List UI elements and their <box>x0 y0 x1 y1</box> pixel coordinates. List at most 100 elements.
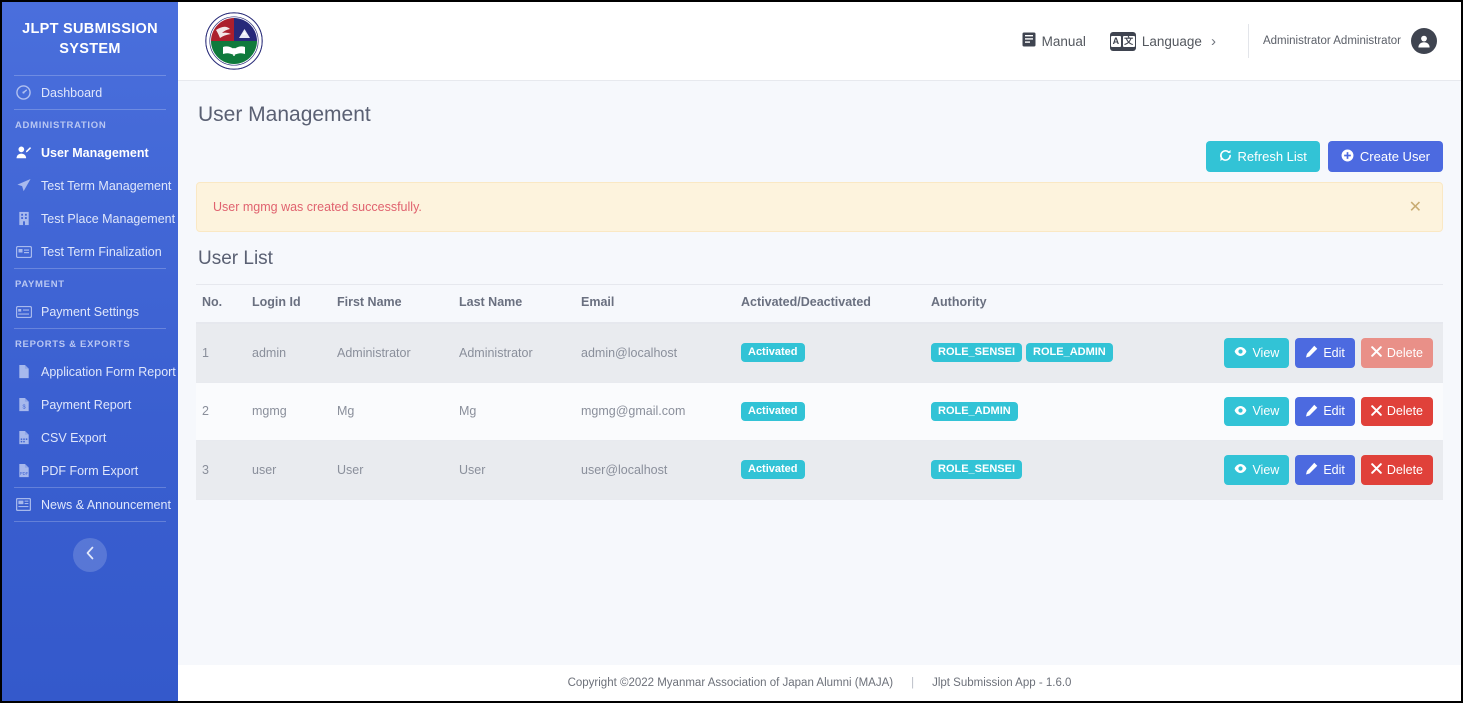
delete-label: Delete <box>1386 404 1423 418</box>
eye-icon <box>1234 404 1247 420</box>
view-label: View <box>1252 404 1280 418</box>
cell-authority: ROLE_SENSEI ROLE_ADMIN <box>925 323 1180 383</box>
times-icon <box>1371 463 1382 477</box>
table-head: No. Login Id First Name Last Name Email … <box>196 284 1443 324</box>
view-button[interactable]: View <box>1224 396 1290 426</box>
sidebar-item-label: Test Term Management <box>41 178 172 193</box>
view-button[interactable]: View <box>1224 338 1290 368</box>
role-badge: ROLE_ADMIN <box>1026 343 1113 363</box>
paper-plane-icon <box>15 178 32 193</box>
app-window: JLPT SUBMISSION SYSTEM Dashboard ADMINIS… <box>0 0 1463 703</box>
sidebar-item-csv-export[interactable]: CSV Export <box>2 421 178 454</box>
delete-button[interactable]: Delete <box>1360 396 1433 426</box>
page-footer: Copyright ©2022 Myanmar Association of J… <box>178 665 1461 701</box>
table-body: 1 admin Administrator Administrator admin@lo… <box>196 323 1443 500</box>
language-selector[interactable]: A文 Language › <box>1098 31 1228 51</box>
delete-label: Delete <box>1386 345 1423 360</box>
header-separator <box>1247 24 1249 58</box>
language-label: Language <box>1141 33 1202 49</box>
sidebar-item-test-term-finalization[interactable]: Test Term Finalization <box>2 235 178 268</box>
view-button[interactable]: View <box>1224 455 1290 485</box>
cell-login-id: user <box>246 440 331 500</box>
sidebar-section-payment: PAYMENT <box>15 279 65 291</box>
delete-button[interactable]: Delete <box>1360 338 1433 368</box>
refresh-list-button[interactable]: Refresh List <box>1205 141 1320 172</box>
sidebar-item-test-term-management[interactable]: Test Term Management <box>2 169 178 202</box>
role-badge: ROLE_ADMIN <box>931 401 1018 421</box>
cell-authority: ROLE_SENSEI <box>925 440 1180 500</box>
sidebar-item-news-announcement[interactable]: News & Announcement <box>2 488 178 521</box>
credit-card-icon <box>15 304 32 319</box>
user-table: No. Login Id First Name Last Name Email … <box>196 284 1443 500</box>
maja-logo <box>204 11 264 71</box>
cell-email: user@localhost <box>575 440 735 500</box>
cell-actions: View Edit Delete <box>1180 382 1443 441</box>
footer-app-version: Jlpt Submission App - 1.6.0 <box>932 677 1072 689</box>
delete-button[interactable]: Delete <box>1360 455 1433 485</box>
cell-status: Activated <box>735 382 925 441</box>
status-badge: Activated <box>741 401 805 421</box>
view-label: View <box>1252 462 1280 477</box>
user-name-label: Administrator Administrator <box>1262 35 1401 47</box>
file-icon <box>15 364 32 379</box>
column-header-first-name: First Name <box>331 284 453 324</box>
status-badge: Activated <box>741 343 805 363</box>
sidebar-item-pdf-form-export[interactable]: PDF PDF Form Export <box>2 454 178 487</box>
sidebar-item-application-form-report[interactable]: Application Form Report <box>2 355 178 388</box>
alert-message: User mgmg was created successfully. <box>213 200 422 214</box>
sidebar-item-payment-report[interactable]: $ Payment Report <box>2 388 178 421</box>
cell-first-name: Mg <box>331 382 453 441</box>
manual-link[interactable]: Manual <box>1010 32 1098 50</box>
app-brand-title: JLPT SUBMISSION SYSTEM <box>22 21 158 57</box>
cell-first-name: Administrator <box>331 323 453 383</box>
alert-close-button[interactable]: ✕ <box>1405 197 1426 217</box>
create-user-label: Create User <box>1359 149 1430 164</box>
column-header-last-name: Last Name <box>453 284 575 324</box>
sidebar-item-label: CSV Export <box>41 430 107 445</box>
user-edit-icon <box>15 145 32 160</box>
sidebar-item-dashboard[interactable]: Dashboard <box>2 76 178 109</box>
sidebar-item-label: Dashboard <box>41 85 103 100</box>
edit-label: Edit <box>1323 345 1345 360</box>
sidebar-item-label: Application Form Report <box>41 364 176 379</box>
column-header-email: Email <box>575 284 735 324</box>
sidebar-item-user-management[interactable]: User Management <box>2 136 178 169</box>
sidebar-item-label: Payment Settings <box>41 304 139 319</box>
user-circle-icon <box>1411 28 1437 54</box>
edit-button[interactable]: Edit <box>1295 338 1355 368</box>
sidebar-item-test-place-management[interactable]: Test Place Management <box>2 202 178 235</box>
cell-no: 3 <box>196 440 246 500</box>
row-action-group: View Edit Delete <box>1186 338 1437 368</box>
cell-no: 1 <box>196 323 246 383</box>
chevron-right-icon: › <box>1210 32 1216 50</box>
table-row: 3 user User User user@localhost Activated ROLE… <box>196 440 1443 500</box>
sidebar-collapse-wrapper <box>2 538 178 573</box>
table-header-row: No. Login Id First Name Last Name Email … <box>196 284 1443 324</box>
main-area: Manual A文 Language › Administrator Admin… <box>178 2 1461 701</box>
row-action-group: View Edit Delete <box>1186 396 1437 426</box>
cell-last-name: Administrator <box>453 323 575 383</box>
column-header-actions <box>1180 284 1443 324</box>
column-header-login-id: Login Id <box>246 284 331 324</box>
times-icon <box>1371 404 1382 419</box>
cell-email: admin@localhost <box>575 323 735 383</box>
edit-button[interactable]: Edit <box>1295 455 1355 485</box>
sidebar-item-payment-settings[interactable]: Payment Settings <box>2 295 178 328</box>
column-header-authority: Authority <box>925 284 1180 324</box>
cell-last-name: Mg <box>453 382 575 441</box>
sidebar-collapse-button[interactable] <box>73 538 107 573</box>
sidebar-section-reports: REPORTS & EXPORTS <box>15 339 131 351</box>
file-invoice-icon: $ <box>15 397 32 412</box>
sidebar-item-label: Test Place Management <box>41 211 176 226</box>
edit-label: Edit <box>1323 462 1345 477</box>
pencil-icon <box>1305 462 1318 478</box>
user-menu[interactable]: Administrator Administrator <box>1263 28 1443 54</box>
sidebar-item-label: News & Announcement <box>41 497 171 512</box>
sidebar-item-label: User Management <box>41 145 149 160</box>
cell-last-name: User <box>453 440 575 500</box>
times-icon <box>1371 346 1382 360</box>
content-area: User Management Refresh List Create User… <box>178 81 1461 665</box>
edit-button[interactable]: Edit <box>1295 396 1355 426</box>
create-user-button[interactable]: Create User <box>1327 141 1443 172</box>
cell-login-id: admin <box>246 323 331 383</box>
